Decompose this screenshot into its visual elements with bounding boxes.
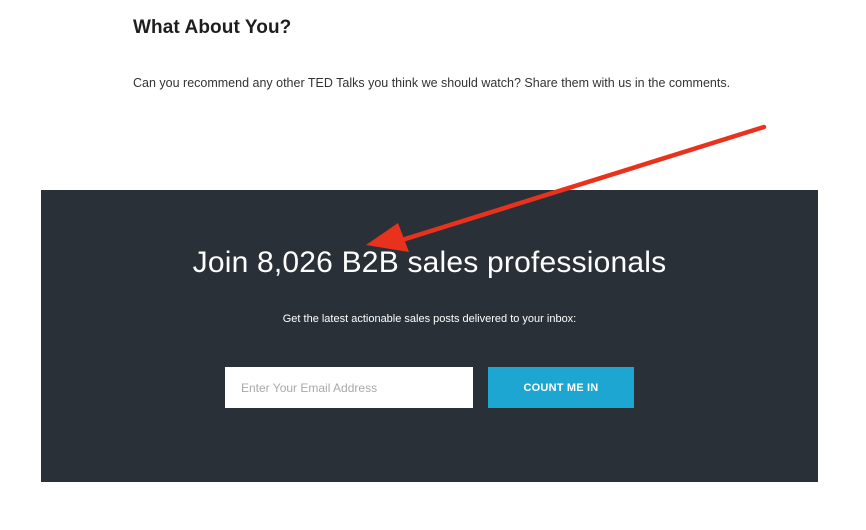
newsletter-signup-panel: Join 8,026 B2B sales professionals Get t… <box>41 190 818 482</box>
section-heading: What About You? <box>133 17 292 38</box>
email-input[interactable] <box>225 367 473 408</box>
signup-headline: Join 8,026 B2B sales professionals <box>192 246 667 279</box>
signup-subline: Get the latest actionable sales posts de… <box>282 313 577 325</box>
count-me-in-button[interactable]: COUNT ME IN <box>488 367 634 408</box>
section-body-text: Can you recommend any other TED Talks yo… <box>133 76 731 90</box>
